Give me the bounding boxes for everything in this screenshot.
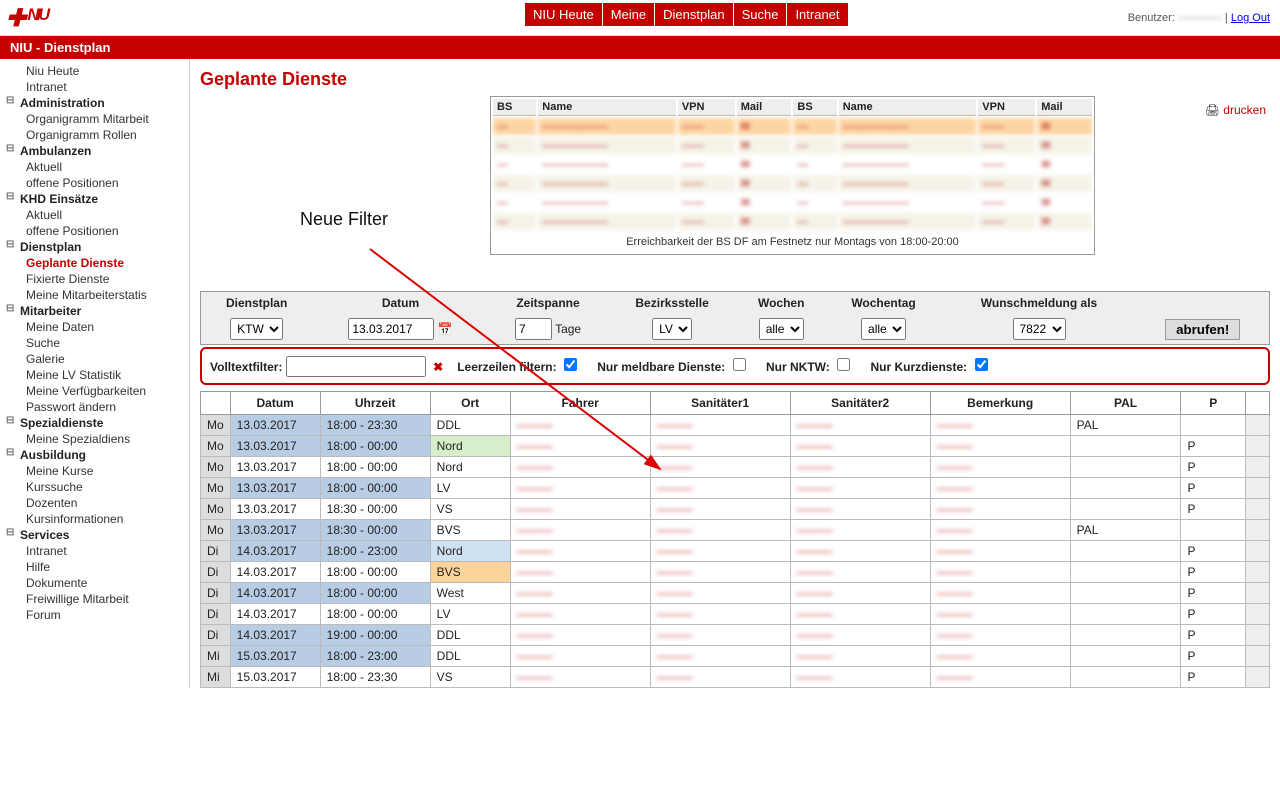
sidebar-meine-kurse[interactable]: Meine Kurse — [20, 463, 187, 479]
sidebar-ausbildung[interactable]: Ausbildung — [6, 447, 187, 463]
sidebar-dokumente[interactable]: Dokumente — [20, 575, 187, 591]
kurzdienste-checkbox[interactable] — [975, 358, 988, 371]
wochentag-select[interactable]: alle — [861, 318, 906, 340]
sidebar-offene-positionen[interactable]: offene Positionen — [20, 175, 187, 191]
table-row[interactable]: Mo13.03.201718:30 - 00:00BVS————————————… — [201, 520, 1270, 541]
table-row[interactable]: Di14.03.201719:00 - 00:00DDL————————————… — [201, 625, 1270, 646]
sidebar-dienstplan[interactable]: Dienstplan — [6, 239, 187, 255]
sidebar-organigramm-rollen[interactable]: Organigramm Rollen — [20, 127, 187, 143]
sidebar: Niu HeuteIntranetAdministrationOrganigra… — [0, 59, 190, 688]
nav-intranet[interactable]: Intranet — [787, 3, 847, 26]
dienstplan-select[interactable]: KTW — [230, 318, 283, 340]
user-name: ———— — [1178, 12, 1222, 24]
annotation-label: Neue Filter — [300, 209, 388, 230]
sidebar-fixierte-dienste[interactable]: Fixierte Dienste — [20, 271, 187, 287]
nktw-checkbox[interactable] — [837, 358, 850, 371]
sidebar-mitarbeiter[interactable]: Mitarbeiter — [6, 303, 187, 319]
sidebar-passwort-ändern[interactable]: Passwort ändern — [20, 399, 187, 415]
sidebar-intranet[interactable]: Intranet — [20, 543, 187, 559]
table-row[interactable]: Di14.03.201718:00 - 23:00Nord———————————… — [201, 541, 1270, 562]
sidebar-meine-lv-statistik[interactable]: Meine LV Statistik — [20, 367, 187, 383]
user-box: Benutzer: ———— | Log Out — [1128, 12, 1270, 24]
sidebar-niu-heute[interactable]: Niu Heute — [20, 63, 187, 79]
sidebar-aktuell[interactable]: Aktuell — [20, 207, 187, 223]
wochen-select[interactable]: alle — [759, 318, 804, 340]
sidebar-administration[interactable]: Administration — [6, 95, 187, 111]
sidebar-dozenten[interactable]: Dozenten — [20, 495, 187, 511]
sidebar-spezialdienste[interactable]: Spezialdienste — [6, 415, 187, 431]
sidebar-kurssuche[interactable]: Kurssuche — [20, 479, 187, 495]
abrufen-button[interactable]: abrufen! — [1165, 319, 1240, 340]
sidebar-ambulanzen[interactable]: Ambulanzen — [6, 143, 187, 159]
table-row[interactable]: Mi15.03.201718:00 - 23:30VS————————————P — [201, 667, 1270, 688]
sidebar-khd-einsätze[interactable]: KHD Einsätze — [6, 191, 187, 207]
app-logo[interactable]: ✚ ᴺᴵᵁ — [6, 4, 46, 33]
table-row[interactable]: Mo13.03.201718:30 - 00:00VS————————————P — [201, 499, 1270, 520]
nav-suche[interactable]: Suche — [734, 3, 787, 26]
table-row[interactable]: Mi15.03.201718:00 - 23:00DDL————————————… — [201, 646, 1270, 667]
sidebar-intranet[interactable]: Intranet — [20, 79, 187, 95]
page-title: Geplante Dienste — [200, 69, 1270, 90]
print-link[interactable]: 🖨 drucken — [1205, 103, 1266, 117]
nav-meine[interactable]: Meine — [603, 3, 654, 26]
sidebar-hilfe[interactable]: Hilfe — [20, 559, 187, 575]
table-row[interactable]: Di14.03.201718:00 - 00:00BVS————————————… — [201, 562, 1270, 583]
sidebar-galerie[interactable]: Galerie — [20, 351, 187, 367]
sidebar-offene-positionen[interactable]: offene Positionen — [20, 223, 187, 239]
sidebar-geplante-dienste[interactable]: Geplante Dienste — [20, 255, 187, 271]
sidebar-organigramm-mitarbeit[interactable]: Organigramm Mitarbeit — [20, 111, 187, 127]
sidebar-meine-daten[interactable]: Meine Daten — [20, 319, 187, 335]
sidebar-freiwillige-mitarbeit[interactable]: Freiwillige Mitarbeit — [20, 591, 187, 607]
sidebar-meine-verfügbarkeiten[interactable]: Meine Verfügbarkeiten — [20, 383, 187, 399]
sidebar-suche[interactable]: Suche — [20, 335, 187, 351]
printer-icon: 🖨 — [1205, 103, 1220, 117]
table-row[interactable]: Di14.03.201718:00 - 00:00LV————————————P — [201, 604, 1270, 625]
nav-dienstplan[interactable]: Dienstplan — [655, 3, 732, 26]
sidebar-meine-spezialdiens[interactable]: Meine Spezialdiens — [20, 431, 187, 447]
top-nav: NIU HeuteMeineDienstplanSucheIntranet — [525, 3, 849, 26]
logout-link[interactable]: Log Out — [1231, 12, 1270, 24]
wunsch-select[interactable]: 7822 — [1013, 318, 1066, 340]
info-panel: BSNameVPNMailBSNameVPNMail —————————✉———… — [490, 96, 1095, 255]
sidebar-forum[interactable]: Forum — [20, 607, 187, 623]
sidebar-aktuell[interactable]: Aktuell — [20, 159, 187, 175]
sidebar-meine-mitarbeiterstatis[interactable]: Meine Mitarbeiterstatis — [20, 287, 187, 303]
sidebar-kursinformationen[interactable]: Kursinformationen — [20, 511, 187, 527]
volltext-label: Volltextfilter: — [210, 360, 282, 374]
meldbare-checkbox[interactable] — [733, 358, 746, 371]
nav-niu heute[interactable]: NIU Heute — [525, 3, 602, 26]
sidebar-services[interactable]: Services — [6, 527, 187, 543]
user-label: Benutzer: — [1128, 12, 1175, 24]
table-row[interactable]: Di14.03.201718:00 - 00:00West———————————… — [201, 583, 1270, 604]
section-bar: NIU - Dienstplan — [0, 36, 1280, 59]
